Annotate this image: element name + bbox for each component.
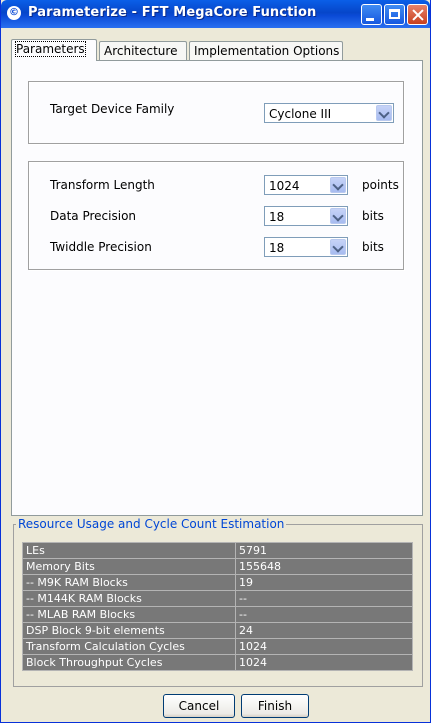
resource-usage-table: LEs 5791 Memory Bits 155648 -- M9K RAM B… [22,542,413,671]
resource-name: Block Throughput Cycles [22,654,236,671]
title-bar[interactable]: © Parameterize - FFT MegaCore Function [1,0,430,28]
resource-name: -- MLAB RAM Blocks [22,606,236,623]
resource-value: 19 [235,574,413,591]
data-precision-value: 18 [269,210,285,224]
target-device-family-select[interactable]: Cyclone III [264,103,394,123]
transform-length-select[interactable]: 1024 [264,175,348,195]
target-device-family-label: Target Device Family [50,102,175,116]
resource-value: 1024 [235,654,413,671]
tab-implementation-options-label: Implementation Options [194,44,340,58]
chevron-down-icon[interactable] [330,208,346,224]
resource-name: Memory Bits [22,558,236,575]
table-row: Block Throughput Cycles 1024 [22,654,413,671]
twiddle-precision-label: Twiddle Precision [50,240,152,254]
minimize-icon[interactable] [361,4,382,25]
maximize-icon[interactable] [384,4,405,25]
chevron-down-icon[interactable] [330,239,346,255]
app-icon: © [7,6,21,20]
parameters-panel: Target Device Family Cyclone III Transfo… [11,60,423,516]
transform-length-value: 1024 [269,179,300,193]
target-device-family-value: Cyclone III [269,107,332,121]
resource-name: DSP Block 9-bit elements [22,622,236,639]
resource-usage-title: Resource Usage and Cycle Count Estimatio… [16,517,287,531]
data-precision-label: Data Precision [50,209,137,223]
parameterize-window: © Parameterize - FFT MegaCore Function P… [0,0,431,723]
window-title: Parameterize - FFT MegaCore Function [28,5,317,20]
table-row: DSP Block 9-bit elements 24 [22,622,413,639]
resource-usage-group: Resource Usage and Cycle Count Estimatio… [13,517,423,687]
data-precision-unit: bits [362,209,384,223]
tab-architecture-label: Architecture [104,44,178,58]
resource-name: -- M9K RAM Blocks [22,574,236,591]
twiddle-precision-unit: bits [362,240,384,254]
table-row: -- M144K RAM Blocks -- [22,590,413,607]
transform-length-label: Transform Length [50,178,155,192]
resource-value: -- [235,606,413,623]
transform-settings-group: Transform Length 1024 points Data Precis… [28,161,404,270]
finish-button[interactable]: Finish [241,694,309,718]
chevron-down-icon[interactable] [330,177,346,193]
resource-value: -- [235,590,413,607]
twiddle-precision-value: 18 [269,241,285,255]
resource-name: -- M144K RAM Blocks [22,590,236,607]
table-row: Memory Bits 155648 [22,558,413,575]
twiddle-precision-select[interactable]: 18 [264,237,348,257]
table-row: -- M9K RAM Blocks 19 [22,574,413,591]
tab-parameters[interactable]: Parameters [11,39,97,61]
table-row: LEs 5791 [22,542,413,559]
resource-value: 155648 [235,558,413,575]
resource-value: 24 [235,622,413,639]
cancel-button[interactable]: Cancel [163,694,235,718]
data-precision-select[interactable]: 18 [264,206,348,226]
tab-implementation-options[interactable]: Implementation Options [189,41,343,60]
resource-name: Transform Calculation Cycles [22,638,236,655]
tab-architecture[interactable]: Architecture [99,41,187,60]
resource-value: 5791 [235,542,413,559]
chevron-down-icon[interactable] [376,105,392,121]
close-icon[interactable] [407,4,428,25]
device-group: Target Device Family Cyclone III [28,81,404,144]
tab-parameters-label: Parameters [15,41,86,57]
resource-value: 1024 [235,638,413,655]
transform-length-unit: points [362,178,399,192]
resource-name: LEs [22,542,236,559]
table-row: -- MLAB RAM Blocks -- [22,606,413,623]
table-row: Transform Calculation Cycles 1024 [22,638,413,655]
